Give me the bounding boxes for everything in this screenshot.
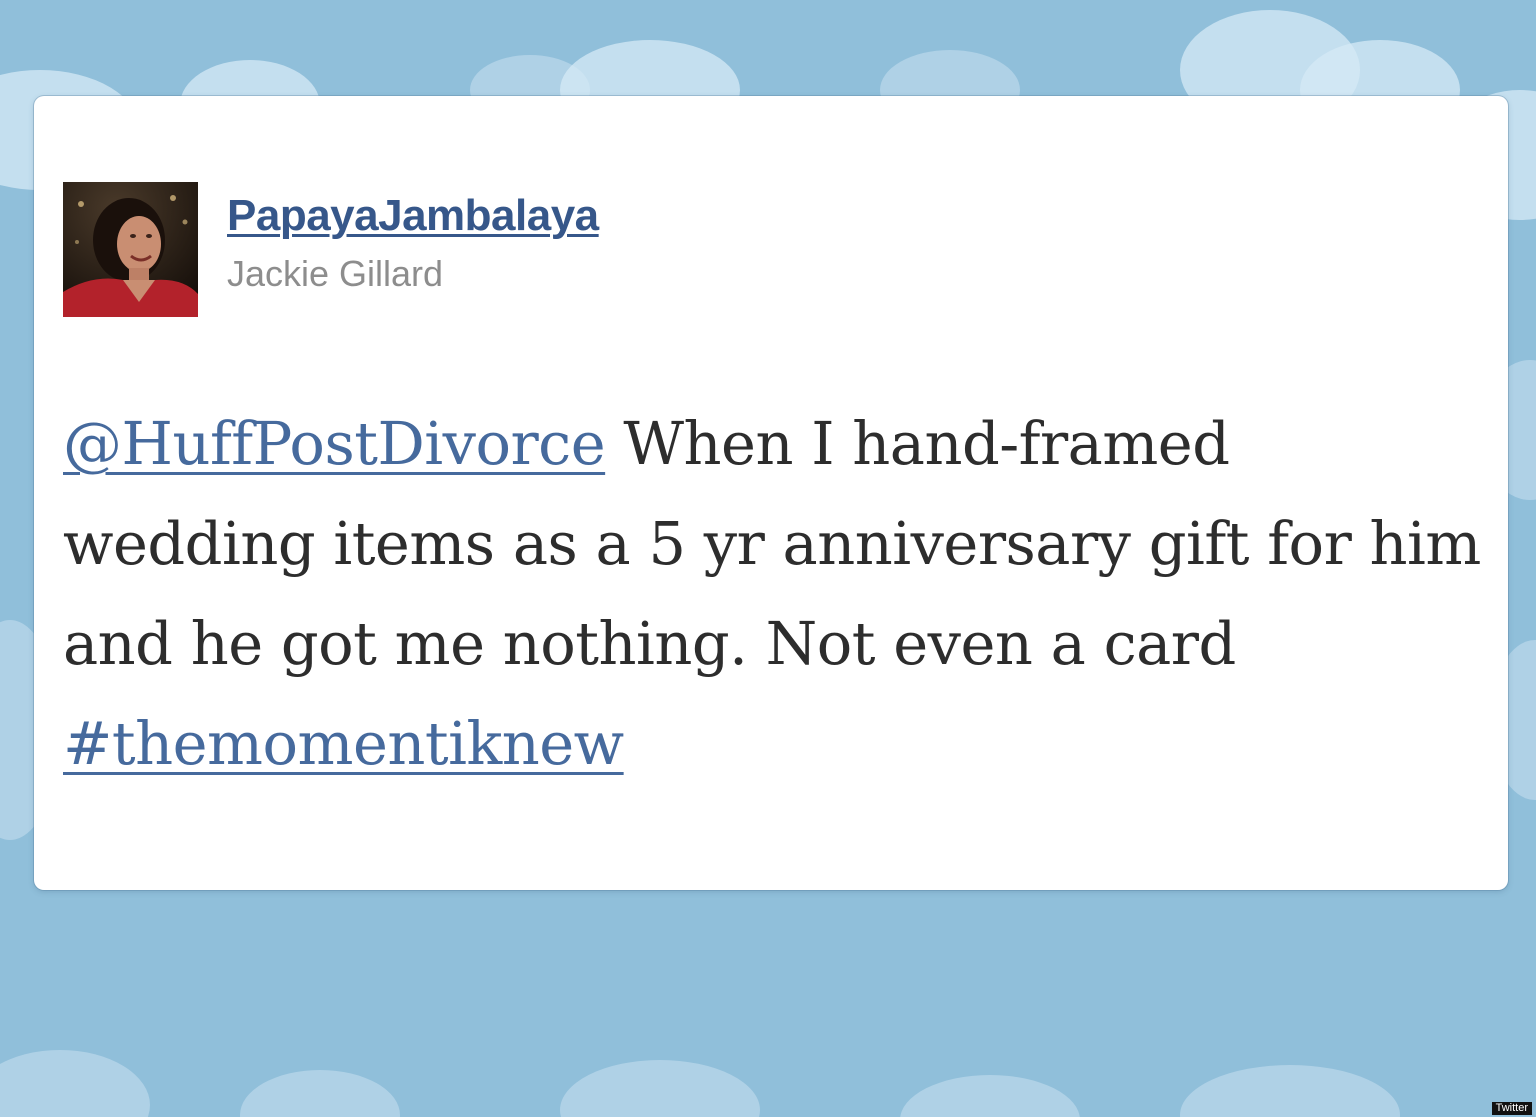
- profile-photo-icon: [63, 182, 198, 317]
- hashtag-link[interactable]: #themomentiknew: [63, 709, 624, 778]
- screen-name-link[interactable]: PapayaJambalaya: [227, 188, 599, 244]
- avatar[interactable]: [63, 182, 198, 317]
- full-name: Jackie Gillard: [227, 253, 444, 294]
- mention-link[interactable]: @HuffPostDivorce: [63, 409, 606, 478]
- photo-credit: Twitter: [1491, 1102, 1532, 1115]
- user-info: PapayaJambalaya Jackie Gillard: [227, 188, 599, 296]
- tweet-card: PapayaJambalaya Jackie Gillard @HuffPost…: [34, 96, 1508, 890]
- tweet-text: @HuffPostDivorce When I hand-framed wedd…: [63, 394, 1483, 794]
